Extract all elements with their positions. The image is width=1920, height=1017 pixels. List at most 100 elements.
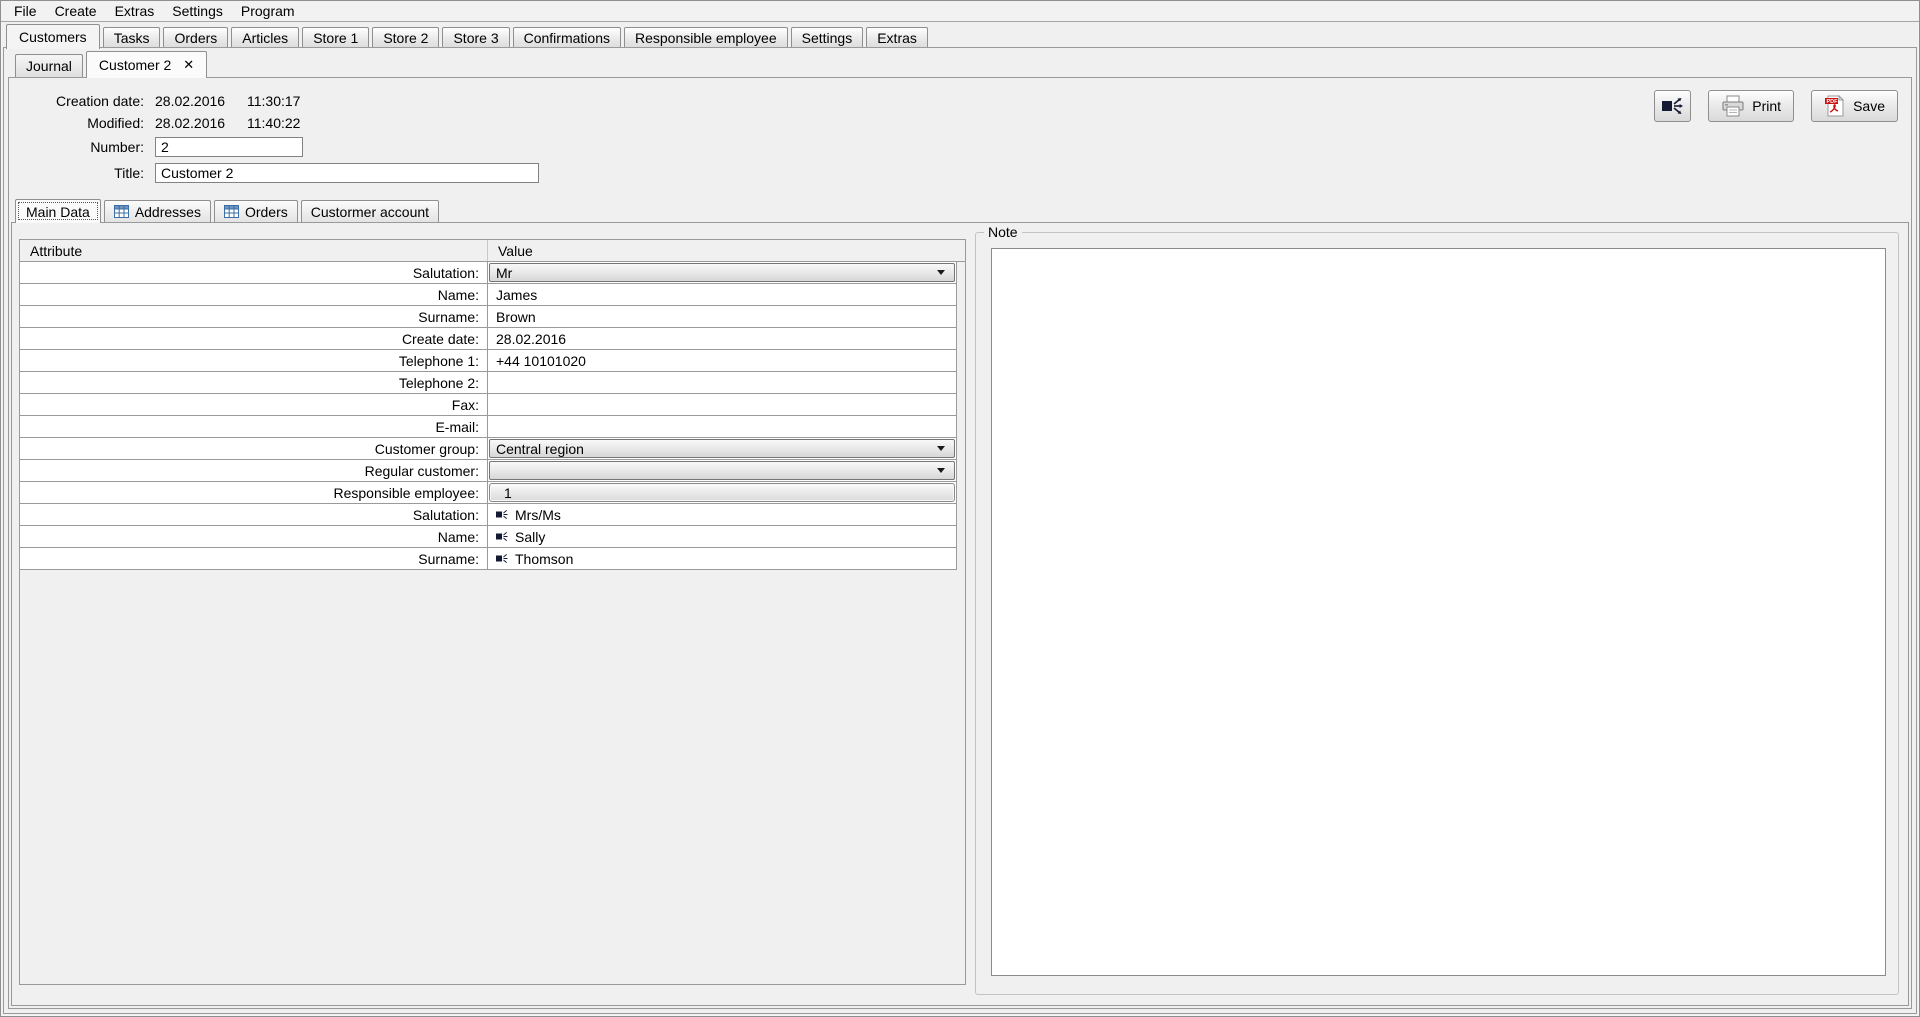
tab-extras[interactable]: Extras — [866, 27, 928, 48]
attribute-label: Telephone 2: — [20, 372, 488, 394]
table-icon — [113, 205, 129, 218]
tab-store-1[interactable]: Store 1 — [302, 27, 370, 48]
create-date-value[interactable]: 28.02.2016 — [488, 328, 957, 350]
title-field[interactable] — [155, 162, 539, 183]
chevron-down-icon — [937, 468, 945, 473]
close-tab-icon[interactable]: ✕ — [183, 57, 194, 73]
record-meta: Creation date: 28.02.2016 11:30:17 Modif… — [23, 91, 539, 187]
surname-value[interactable]: Brown — [488, 306, 957, 328]
detail-tab-bar: Main Data Addresses Orders Custormer acc… — [9, 196, 1911, 223]
table-row-linked-surname: Surname: Thomson — [20, 548, 965, 570]
tab-customer-2[interactable]: Customer 2 ✕ — [85, 51, 208, 78]
email-value[interactable] — [488, 416, 957, 438]
customer-group-select-value: Central region — [496, 440, 584, 457]
tab-customer-account-label: Custormer account — [310, 203, 430, 220]
tab-settings[interactable]: Settings — [790, 27, 864, 48]
attribute-label: Responsible employee: — [20, 482, 488, 504]
print-button[interactable]: Print — [1708, 90, 1795, 122]
linked-surname-cell[interactable]: Thomson — [488, 548, 957, 570]
record-header: Creation date: 28.02.2016 11:30:17 Modif… — [9, 78, 1911, 196]
attribute-label: Salutation: — [20, 504, 488, 526]
customer-detail-page: Creation date: 28.02.2016 11:30:17 Modif… — [8, 77, 1912, 1009]
telephone2-value[interactable] — [488, 372, 957, 394]
attribute-column-header: Attribute — [20, 240, 488, 261]
link-icon — [496, 531, 509, 542]
tab-orders-label: Orders — [244, 203, 288, 220]
attribute-table: Attribute Value Salutation: Mr Name: Jam… — [19, 239, 966, 985]
tab-confirmations[interactable]: Confirmations — [512, 27, 621, 48]
table-row-fax: Fax: — [20, 394, 965, 416]
linked-salutation-value: Mrs/Ms — [515, 506, 561, 523]
number-field[interactable] — [155, 136, 303, 157]
save-button[interactable]: PDF Save — [1811, 90, 1898, 122]
menu-extras[interactable]: Extras — [106, 2, 164, 20]
document-tab-bar: Journal Customer 2 ✕ — [4, 48, 1916, 78]
attribute-label: Fax: — [20, 394, 488, 416]
linked-salutation-cell[interactable]: Mrs/Ms — [488, 504, 957, 526]
table-row-regular-customer: Regular customer: — [20, 460, 965, 482]
tab-orders-detail[interactable]: Orders — [213, 200, 298, 222]
note-group-label: Note — [984, 224, 1022, 240]
attribute-label: Surname: — [20, 548, 488, 570]
tab-tasks[interactable]: Tasks — [102, 27, 161, 48]
pdf-icon: PDF — [1824, 95, 1846, 117]
telephone1-value[interactable]: +44 10101020 — [488, 350, 957, 372]
menu-program[interactable]: Program — [232, 2, 304, 20]
attribute-label: Regular customer: — [20, 460, 488, 482]
creation-date-label: Creation date: — [56, 93, 144, 109]
module-tab-bar: Customers Tasks Orders Articles Store 1 … — [6, 23, 1914, 49]
menu-settings[interactable]: Settings — [163, 2, 232, 20]
printer-icon — [1721, 95, 1745, 117]
title-label: Title: — [114, 164, 144, 181]
table-row-customer-group: Customer group: Central region — [20, 438, 965, 460]
modified-time-value: 11:40:22 — [247, 115, 301, 131]
share-button[interactable] — [1654, 90, 1692, 122]
table-row-email: E-mail: — [20, 416, 965, 438]
attribute-label: Telephone 1: — [20, 350, 488, 372]
customers-page: Journal Customer 2 ✕ Creation date: 28.0… — [3, 47, 1917, 1014]
tab-customer-2-label: Customer 2 — [98, 57, 172, 73]
chevron-down-icon — [937, 270, 945, 275]
attribute-label: Name: — [20, 526, 488, 548]
tab-customers[interactable]: Customers — [6, 24, 100, 49]
tab-main-data[interactable]: Main Data — [15, 199, 101, 223]
tab-store-2[interactable]: Store 2 — [372, 27, 440, 48]
customer-group-select[interactable]: Central region — [489, 439, 955, 458]
menu-bar: File Create Extras Settings Program — [1, 1, 1919, 22]
salutation-select[interactable]: Mr — [489, 263, 955, 282]
tab-store-3[interactable]: Store 3 — [442, 27, 510, 48]
tab-addresses[interactable]: Addresses — [103, 200, 211, 222]
creation-date-value: 28.02.2016 — [155, 93, 226, 109]
attribute-label: Salutation: — [20, 262, 488, 284]
menu-file[interactable]: File — [5, 2, 46, 20]
tab-customer-account[interactable]: Custormer account — [300, 200, 440, 222]
app-window: File Create Extras Settings Program Cust… — [0, 0, 1920, 1017]
tab-orders[interactable]: Orders — [163, 27, 229, 48]
table-row-salutation: Salutation: Mr — [20, 262, 965, 284]
linked-name-value: Sally — [515, 528, 546, 545]
regular-customer-select[interactable] — [489, 461, 955, 480]
table-row-linked-name: Name: Sally — [20, 526, 965, 548]
attribute-label: Create date: — [20, 328, 488, 350]
tab-journal[interactable]: Journal — [15, 54, 83, 77]
table-icon — [223, 205, 239, 218]
modified-date-label: Modified: — [87, 115, 144, 131]
link-icon — [496, 553, 509, 564]
name-value[interactable]: James — [488, 284, 957, 306]
tab-articles[interactable]: Articles — [231, 27, 300, 48]
responsible-employee-field[interactable]: 1 — [489, 483, 955, 502]
menu-create[interactable]: Create — [46, 2, 106, 20]
chevron-down-icon — [937, 446, 945, 451]
link-icon — [496, 509, 509, 520]
linked-name-cell[interactable]: Sally — [488, 526, 957, 548]
creation-time-value: 11:30:17 — [247, 93, 301, 109]
modified-date-value: 28.02.2016 — [155, 115, 226, 131]
table-row-name: Name: James — [20, 284, 965, 306]
attribute-label: Surname: — [20, 306, 488, 328]
tab-responsible-employee[interactable]: Responsible employee — [623, 27, 788, 48]
note-textarea[interactable] — [991, 248, 1886, 976]
fax-value[interactable] — [488, 394, 957, 416]
share-icon — [1661, 96, 1685, 116]
table-row-create-date: Create date: 28.02.2016 — [20, 328, 965, 350]
linked-surname-value: Thomson — [515, 550, 574, 567]
